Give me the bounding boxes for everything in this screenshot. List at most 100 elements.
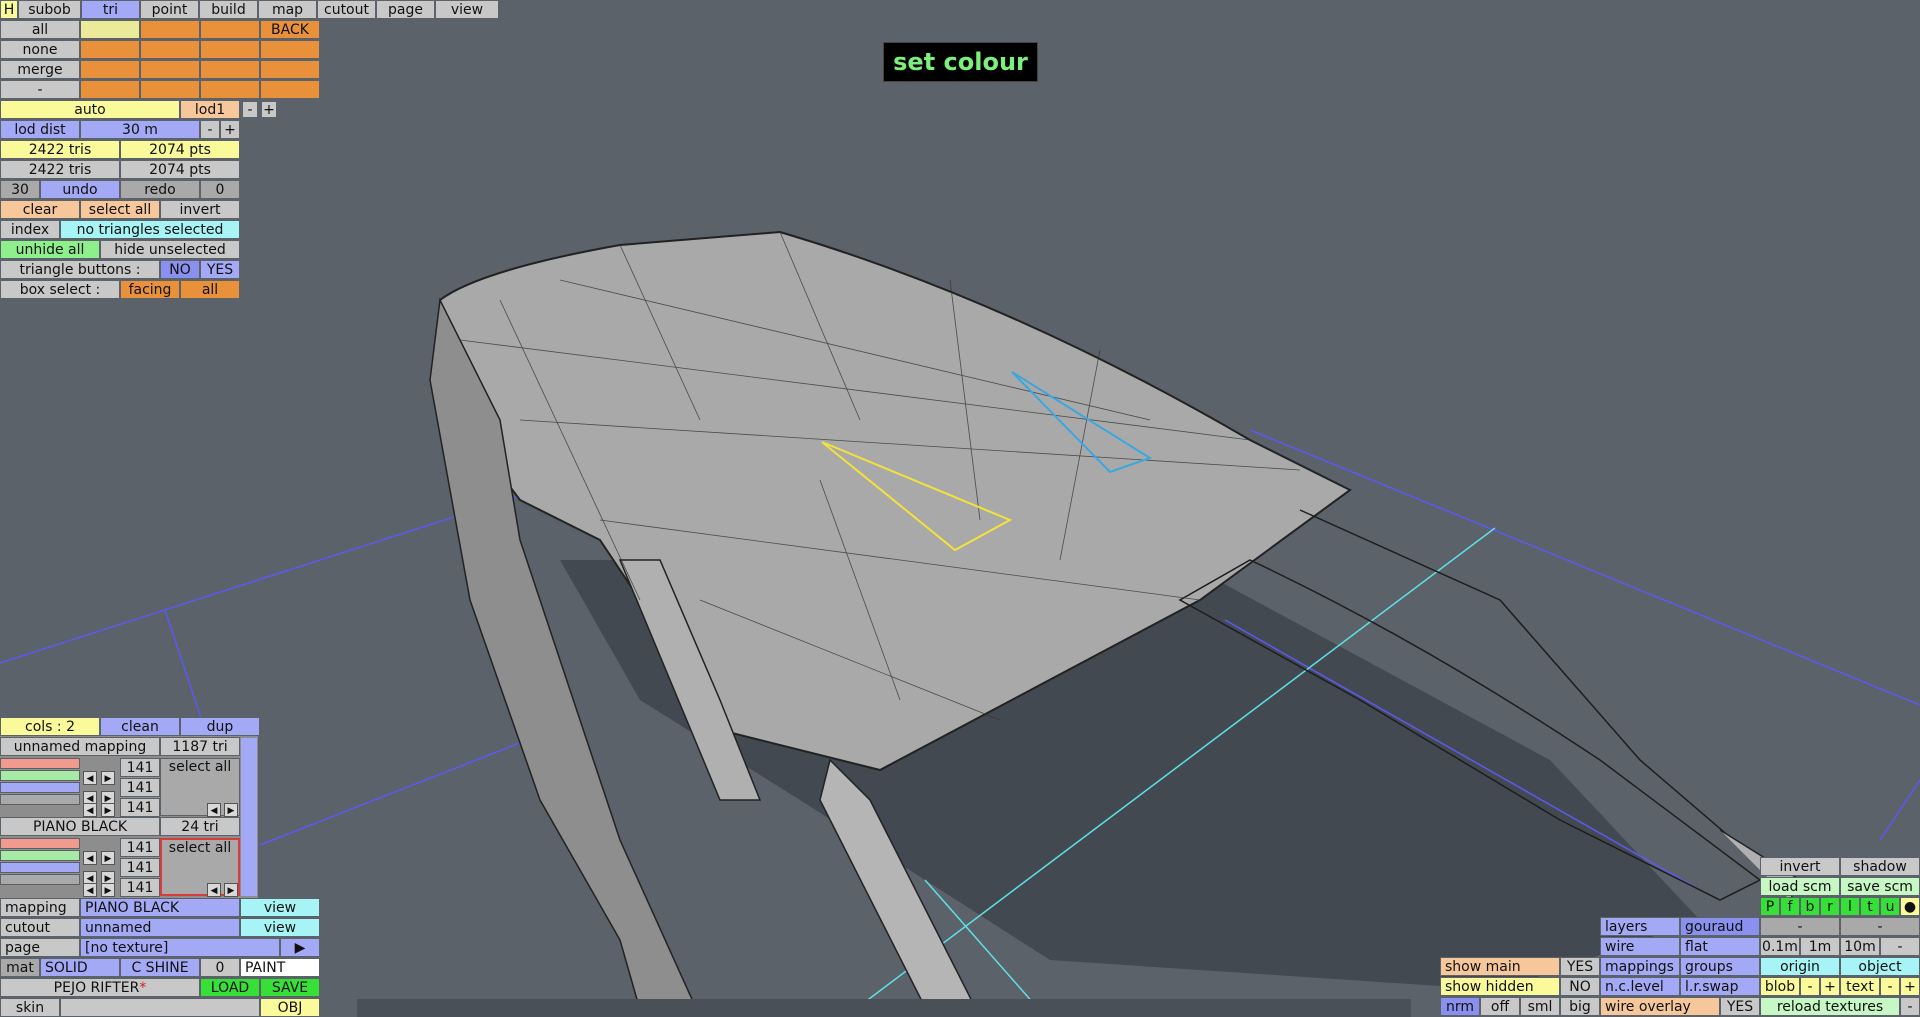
reload-minus-button[interactable]: - [1900, 997, 1920, 1016]
grid-cell[interactable] [200, 80, 260, 99]
text-button[interactable]: text [1840, 977, 1880, 996]
invert-view-button[interactable]: invert [1760, 857, 1840, 876]
grid-cell[interactable] [200, 60, 260, 79]
lod-dist-value[interactable]: 30 m [80, 120, 200, 139]
view-p-button[interactable]: P [1760, 897, 1780, 916]
channel-value[interactable]: 141 [120, 798, 160, 817]
lod-minus-button[interactable]: - [242, 101, 258, 118]
skin-value[interactable] [60, 998, 260, 1017]
flat-button[interactable]: flat [1680, 937, 1760, 956]
channel-value[interactable]: 141 [120, 778, 160, 797]
view-u-button[interactable]: u [1880, 897, 1900, 916]
mapping-value[interactable]: PIANO BLACK [80, 898, 240, 917]
dash-button[interactable]: - [1760, 917, 1840, 936]
arrow-right-icon[interactable]: ▶ [101, 851, 115, 865]
box-select-facing[interactable]: facing [120, 280, 180, 299]
mapping-group-name[interactable]: unnamed mapping [0, 737, 160, 756]
nrm-button[interactable]: nrm [1440, 997, 1480, 1016]
hide-unselected-button[interactable]: hide unselected [100, 240, 240, 259]
arrow-left-icon[interactable]: ◀ [83, 851, 97, 865]
show-main-value[interactable]: YES [1560, 957, 1600, 976]
lod-dist-minus[interactable]: - [200, 120, 220, 139]
layers-button[interactable]: layers [1600, 917, 1680, 936]
clean-button[interactable]: clean [100, 717, 180, 736]
color-swatch-gray[interactable] [0, 794, 80, 805]
arrow-left-icon[interactable]: ◀ [83, 883, 97, 897]
page-next-icon[interactable]: ▶ [280, 938, 320, 957]
arrow-left-icon[interactable]: ◀ [83, 771, 97, 785]
menu-build[interactable]: build [199, 0, 258, 19]
mappings-button[interactable]: mappings [1600, 957, 1680, 976]
grid-cell[interactable] [200, 20, 260, 39]
grid-cell[interactable] [80, 20, 140, 39]
menu-subob[interactable]: subob [18, 0, 81, 19]
lod1-button[interactable]: lod1 [180, 100, 240, 119]
box-select-all[interactable]: all [180, 280, 240, 299]
grid-cell[interactable] [140, 60, 200, 79]
color-swatch-blue[interactable] [0, 862, 80, 873]
sml-button[interactable]: sml [1520, 997, 1560, 1016]
page-value[interactable]: [no texture] [80, 938, 280, 957]
triangle-buttons-yes[interactable]: YES [200, 260, 240, 279]
menu-page[interactable]: page [376, 0, 435, 19]
arrow-right-icon[interactable]: ▶ [101, 883, 115, 897]
menu-view[interactable]: view [435, 0, 499, 19]
view-t-button[interactable]: t [1860, 897, 1880, 916]
grid-10m-button[interactable]: 10m [1840, 937, 1880, 956]
color-swatch-blue[interactable] [0, 782, 80, 793]
lr-swap-button[interactable]: l.r.swap [1680, 977, 1760, 996]
arrow-left-icon[interactable]: ◀ [207, 803, 221, 817]
reload-textures-button[interactable]: reload textures [1760, 997, 1900, 1016]
text-minus-button[interactable]: - [1880, 977, 1900, 996]
view-r-button[interactable]: r [1820, 897, 1840, 916]
dup-button[interactable]: dup [180, 717, 260, 736]
grid-cell[interactable] [80, 80, 140, 99]
cols-label[interactable]: cols : 2 [0, 717, 100, 736]
big-button[interactable]: big [1560, 997, 1600, 1016]
blob-minus-button[interactable]: - [1800, 977, 1820, 996]
origin-button[interactable]: origin [1760, 957, 1840, 976]
redo-button[interactable]: redo [120, 180, 200, 199]
show-hidden-value[interactable]: NO [1560, 977, 1600, 996]
grid-cell[interactable] [140, 20, 200, 39]
show-hidden-label[interactable]: show hidden [1440, 977, 1560, 996]
channel-value[interactable]: 141 [120, 758, 160, 777]
dash-row[interactable]: - [0, 80, 80, 99]
load-button[interactable]: LOAD [200, 978, 260, 997]
mapping-scrollbar[interactable] [241, 738, 257, 896]
grid-cell[interactable] [80, 40, 140, 59]
color-swatch-green[interactable] [0, 770, 80, 781]
grid-cell[interactable] [260, 80, 320, 99]
cutout-view-button[interactable]: view [240, 918, 320, 937]
color-swatch-gray[interactable] [0, 874, 80, 885]
view-l-button[interactable]: l [1840, 897, 1860, 916]
obj-button[interactable]: OBJ [260, 998, 320, 1017]
select-all-button[interactable]: select all [80, 200, 160, 219]
lod-dist-plus[interactable]: + [220, 120, 240, 139]
mat-solid-button[interactable]: SOLID [40, 958, 120, 977]
color-swatch-green[interactable] [0, 850, 80, 861]
menu-point[interactable]: point [140, 0, 199, 19]
undo-button[interactable]: undo [40, 180, 120, 199]
wire-overlay-label[interactable]: wire overlay [1600, 997, 1720, 1016]
menu-cutout[interactable]: cutout [317, 0, 376, 19]
merge-row[interactable]: merge [0, 60, 80, 79]
arrow-right-icon[interactable]: ▶ [101, 771, 115, 785]
grid-cell[interactable] [140, 80, 200, 99]
grid-cell[interactable] [200, 40, 260, 59]
view-b-button[interactable]: b [1800, 897, 1820, 916]
arrow-right-icon[interactable]: ▶ [224, 883, 238, 897]
lod-plus-button[interactable]: + [261, 101, 277, 118]
off-button[interactable]: off [1480, 997, 1520, 1016]
channel-value[interactable]: 141 [120, 858, 160, 877]
arrow-right-icon[interactable]: ▶ [224, 803, 238, 817]
arrow-right-icon[interactable]: ▶ [101, 803, 115, 817]
grid-1m-button[interactable]: 1m [1800, 937, 1840, 956]
shadow-button[interactable]: shadow [1840, 857, 1920, 876]
mat-number[interactable]: 0 [200, 958, 240, 977]
invert-button[interactable]: invert [160, 200, 240, 219]
channel-value[interactable]: 141 [120, 838, 160, 857]
grid-cell[interactable] [260, 40, 320, 59]
paint-button[interactable]: PAINT [240, 958, 320, 977]
blob-plus-button[interactable]: + [1820, 977, 1840, 996]
